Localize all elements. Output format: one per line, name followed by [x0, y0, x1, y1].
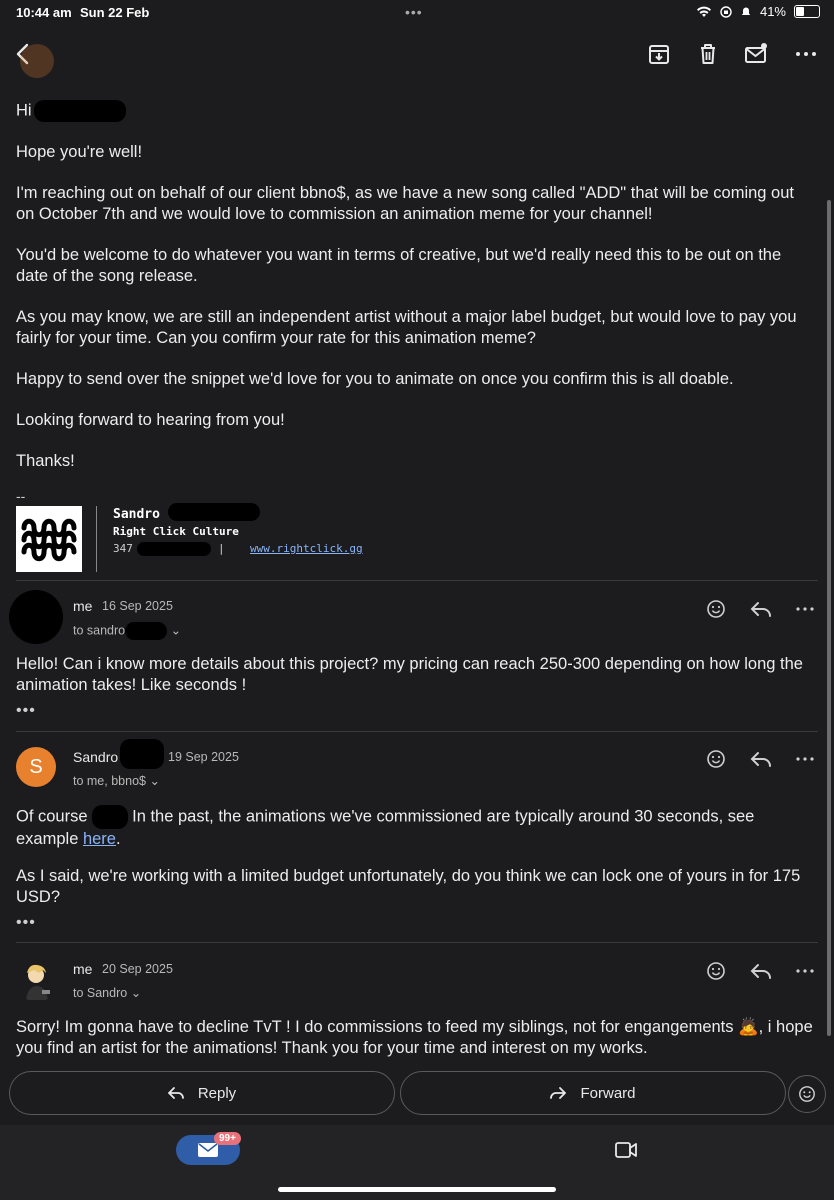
message-date: 19 Sep 2025: [168, 750, 239, 764]
signature-phone: 347: [113, 542, 211, 556]
message-body: As I said, we're working with a limited …: [16, 867, 801, 906]
status-right: 41%: [696, 4, 820, 19]
home-indicator[interactable]: [278, 1187, 556, 1192]
reply-label: Reply: [197, 1084, 237, 1102]
signature-company: Right Click Culture: [113, 525, 239, 538]
avatar[interactable]: [9, 590, 63, 644]
message-divider: [16, 580, 818, 581]
message-divider: [16, 731, 818, 732]
message-date: 20 Sep 2025: [102, 962, 173, 976]
reply-icon[interactable]: [750, 749, 772, 769]
multitasking-dots-icon[interactable]: •••: [405, 4, 423, 20]
battery-icon: [794, 5, 820, 18]
scrollbar[interactable]: [827, 200, 831, 1036]
signature-name: Sandro: [113, 502, 260, 522]
avatar[interactable]: S: [16, 747, 56, 787]
archive-icon[interactable]: [645, 40, 673, 68]
first-email-body: Hi Hope you're well! I'm reaching out on…: [16, 100, 816, 492]
message-date: 16 Sep 2025: [102, 599, 173, 613]
more-options-icon[interactable]: [792, 40, 820, 68]
message-divider: [16, 942, 818, 943]
message-body: Sorry! Im gonna have to decline TvT ! I …: [16, 1018, 813, 1057]
signature-divider-line: [96, 506, 97, 572]
message-sender: me: [73, 961, 93, 977]
paragraph: Looking forward to hearing from you!: [16, 411, 285, 429]
company-logo: [16, 506, 82, 572]
battery-percent: 41%: [759, 4, 786, 19]
show-trimmed-content-button[interactable]: •••: [16, 702, 36, 720]
meet-video-icon[interactable]: [615, 1141, 637, 1159]
faded-sender-header: [20, 40, 250, 84]
reply-icon[interactable]: [750, 599, 772, 619]
paragraph: Thanks!: [16, 452, 75, 470]
message-more-icon[interactable]: [795, 599, 815, 619]
message-more-icon[interactable]: [795, 961, 815, 981]
signature-pipe: |: [218, 542, 225, 555]
bowing-emoji: 🙇: [738, 1018, 759, 1036]
message-sender: Sandro: [73, 749, 119, 765]
mail-icon: [198, 1143, 218, 1157]
recipients-toggle[interactable]: to me, bbno$ ⌄: [73, 773, 160, 788]
redacted-name: [120, 739, 164, 769]
wifi-icon: [696, 6, 711, 17]
forward-label: Forward: [580, 1084, 636, 1102]
reply-button[interactable]: Reply: [9, 1071, 395, 1115]
reply-icon: [167, 1087, 184, 1099]
alarm-icon: [741, 7, 751, 15]
unread-count-badge: 99+: [214, 1132, 241, 1145]
paragraph: Happy to send over the snippet we'd love…: [16, 370, 734, 388]
orientation-lock-icon: [720, 5, 732, 18]
emoji-react-icon[interactable]: [706, 599, 726, 619]
emoji-react-icon[interactable]: [706, 749, 726, 769]
paragraph: You'd be welcome to do whatever you want…: [16, 246, 782, 285]
paragraph: I'm reaching out on behalf of our client…: [16, 184, 794, 223]
message-body: Of course In the past, the animations we…: [16, 805, 816, 850]
status-date: Sun 22 Feb: [80, 5, 150, 20]
status-time: 10:44 am: [16, 5, 72, 20]
emoji-react-icon[interactable]: [706, 961, 726, 981]
forward-icon: [550, 1087, 567, 1099]
forward-button[interactable]: Forward: [400, 1071, 786, 1115]
message-body: Hello! Can i know more details about thi…: [16, 655, 803, 694]
status-bar: 10:44 am Sun 22 Feb ••• 41%: [0, 0, 834, 28]
trash-icon[interactable]: [694, 40, 722, 68]
recipients-toggle[interactable]: to sandro ⌄: [73, 622, 181, 640]
greeting: Hi: [16, 100, 816, 122]
emoji-reaction-button[interactable]: [788, 1075, 826, 1113]
show-trimmed-content-button[interactable]: •••: [16, 914, 36, 932]
paragraph: Hope you're well!: [16, 143, 143, 161]
recipients-toggle[interactable]: to Sandro ⌄: [73, 985, 141, 1000]
reply-icon[interactable]: [750, 961, 772, 981]
message-sender: me: [73, 598, 93, 614]
message-more-icon[interactable]: [795, 749, 815, 769]
signature-separator: --: [16, 488, 26, 504]
example-link[interactable]: here: [83, 830, 116, 848]
signature-website-link[interactable]: www.rightclick.gg: [250, 542, 363, 555]
redacted-name: [33, 100, 126, 122]
paragraph: As you may know, we are still an indepen…: [16, 308, 797, 347]
avatar[interactable]: [16, 960, 58, 1002]
emoji-icon: [799, 1086, 815, 1102]
mark-unread-icon[interactable]: [742, 40, 770, 68]
